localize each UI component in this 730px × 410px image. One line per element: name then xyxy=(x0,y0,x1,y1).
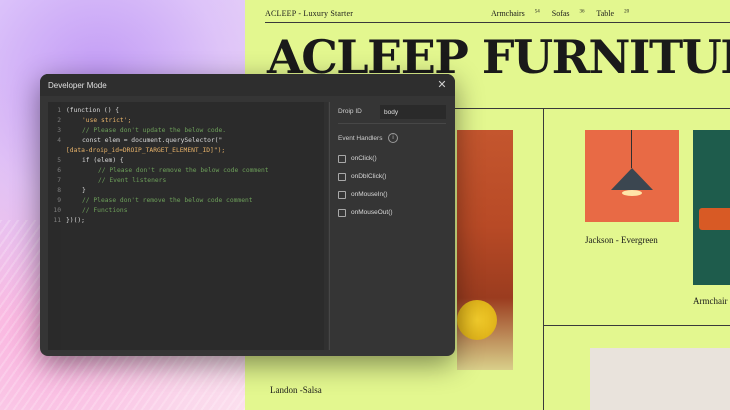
product-image-armchair[interactable] xyxy=(693,130,730,285)
onclick-checkbox[interactable] xyxy=(338,155,346,163)
code-line: 6 // Please don't remove the below code c… xyxy=(48,166,269,176)
lamp-glow xyxy=(622,190,642,196)
code-line: 3 // Please don't update the below code. xyxy=(48,126,226,136)
nav-table-count: 20 xyxy=(624,9,630,15)
code-line: 4 const elem = document.querySelector(" xyxy=(48,136,222,146)
code-line: 1 (function () { xyxy=(48,106,119,116)
line-number: 6 xyxy=(57,167,61,174)
properties-panel: Droip ID Event Handlers i onClick() onDb… xyxy=(332,102,449,350)
line-number: 7 xyxy=(57,177,61,184)
armchair-seat xyxy=(699,208,730,230)
code-line: 11 })(); xyxy=(48,216,85,226)
code-line: 9 // Please don't remove the below code c… xyxy=(48,196,253,206)
props-divider xyxy=(338,123,446,124)
nav-sofas[interactable]: Sofas 36 xyxy=(552,9,585,18)
product-image-lamp[interactable] xyxy=(585,130,679,222)
dialog-title: Developer Mode xyxy=(48,81,107,90)
code-line: 8} xyxy=(48,186,86,196)
yarn-ball-decoration xyxy=(457,300,497,340)
site-brand[interactable]: ACLEEP - Luxury Starter xyxy=(265,9,353,18)
close-icon[interactable]: ✕ xyxy=(435,78,449,92)
code-editor[interactable]: 1 (function () { 2 'use strict'; 3 // Please … xyxy=(48,102,324,350)
code-line: 7 // Event listeners xyxy=(48,176,166,186)
nav-armchairs[interactable]: Armchairs 54 xyxy=(491,9,540,18)
onmouseout-checkbox[interactable] xyxy=(338,209,346,217)
nav-divider xyxy=(265,22,730,23)
site-nav-links: Armchairs 54 Sofas 36 Table 20 xyxy=(491,9,639,18)
product-caption-jackson[interactable]: Jackson - Evergreen xyxy=(585,235,658,245)
event-handlers-label: Event Handlers xyxy=(338,135,383,142)
droip-id-row: Droip ID xyxy=(338,105,448,119)
code-text: const elem = document.querySelector(" xyxy=(82,137,223,144)
line-number: 11 xyxy=(53,217,61,224)
product-image-bottom[interactable] xyxy=(590,348,730,410)
nav-sofas-label: Sofas xyxy=(551,9,570,18)
ondblclick-label: onDblClick() xyxy=(351,173,387,180)
nav-armchairs-count: 54 xyxy=(534,9,540,15)
code-text: // Please don't remove the below code co… xyxy=(98,167,269,174)
onmousein-label: onMouseIn() xyxy=(351,191,388,198)
code-line: 10 // Functions xyxy=(48,206,128,216)
code-text: 'use strict'; xyxy=(82,117,132,124)
nav-table[interactable]: Table 20 xyxy=(596,9,629,18)
line-number: 3 xyxy=(57,127,61,134)
product-caption-armchair[interactable]: Armchair xyxy=(693,296,727,306)
dialog-header: Developer Mode ✕ xyxy=(40,74,455,96)
product-image-sofa[interactable] xyxy=(457,130,513,370)
code-line: [data-droip_id=DROIP_TARGET_ELEMENT_ID]"… xyxy=(48,146,225,156)
line-number: 9 xyxy=(57,197,61,204)
code-text: })(); xyxy=(66,217,85,224)
grid-line-vertical xyxy=(543,108,544,410)
info-icon[interactable]: i xyxy=(388,133,398,143)
editor-scrollbar[interactable] xyxy=(324,102,328,350)
line-number: 10 xyxy=(53,207,61,214)
droip-id-label: Droip ID xyxy=(338,108,362,115)
lamp-shade xyxy=(611,168,653,190)
lamp-cord xyxy=(631,130,632,168)
code-text: // Please don't remove the below code co… xyxy=(82,197,253,204)
nav-sofas-count: 36 xyxy=(579,9,585,15)
code-text: if (elem) { xyxy=(82,157,124,164)
grid-line-bottom xyxy=(543,325,730,326)
line-number: 4 xyxy=(57,137,61,144)
site-nav: ACLEEP - Luxury Starter Armchairs 54 Sofa… xyxy=(265,9,730,23)
line-number: 8 xyxy=(57,187,61,194)
product-caption-landon[interactable]: Landon -Salsa xyxy=(270,385,322,395)
code-text: // Event listeners xyxy=(98,177,167,184)
droip-id-input[interactable] xyxy=(380,105,446,119)
nav-table-label: Table xyxy=(596,9,615,18)
code-text: [data-droip_id=DROIP_TARGET_ELEMENT_ID]"… xyxy=(66,147,226,154)
panel-divider xyxy=(329,102,330,350)
onmousein-checkbox[interactable] xyxy=(338,191,346,199)
code-line: 5 if (elem) { xyxy=(48,156,124,166)
ondblclick-checkbox[interactable] xyxy=(338,173,346,181)
code-line: 2 'use strict'; xyxy=(48,116,131,126)
line-number: 1 xyxy=(57,107,61,114)
code-text: } xyxy=(82,187,86,194)
code-text: (function () { xyxy=(66,107,120,114)
onmouseout-label: onMouseOut() xyxy=(351,209,393,216)
line-number: 2 xyxy=(57,117,61,124)
code-text: // Functions xyxy=(82,207,128,214)
line-number: 5 xyxy=(57,157,61,164)
onclick-label: onClick() xyxy=(351,155,377,162)
code-text: // Please don't update the below code. xyxy=(82,127,227,134)
nav-armchairs-label: Armchairs xyxy=(491,9,525,18)
developer-mode-dialog: Developer Mode ✕ 1 (function () { 2 'use st… xyxy=(40,74,455,356)
